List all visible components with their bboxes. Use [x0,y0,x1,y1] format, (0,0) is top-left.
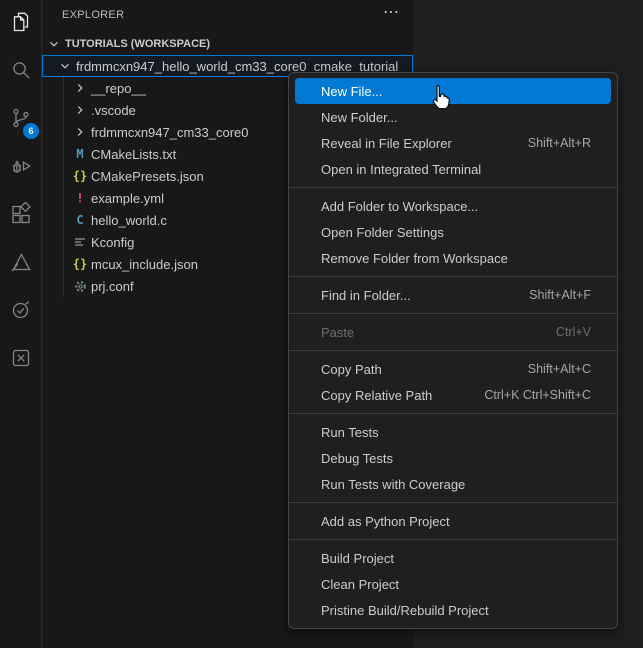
yaml-file-icon: ! [76,191,84,205]
activity-run-debug[interactable] [0,144,42,192]
menu-item-open-in-integrated-terminal[interactable]: Open in Integrated Terminal [295,156,611,182]
menu-separator [289,350,617,351]
vscode-window: 6 EXPLORER ⋯ TUTORIALS (WORKSPACE) frdmm… [0,0,643,648]
scm-badge: 6 [23,123,39,139]
json-file-icon: {} [72,257,88,271]
shortcut: Ctrl+V [555,325,591,339]
gear-file-icon [72,280,88,293]
explorer-title: EXPLORER [62,9,125,21]
activity-explorer[interactable] [0,0,42,48]
menu-item-copy-relative-path[interactable]: Copy Relative Path Ctrl+K Ctrl+Shift+C [295,382,611,408]
menu-separator [289,413,617,414]
activity-mcuxpresso[interactable] [0,240,42,288]
check-circle-icon [9,298,33,327]
menu-item-clean-project[interactable]: Clean Project [295,571,611,597]
kconfig-file-icon [72,236,88,249]
menu-item-paste: Paste Ctrl+V [321,324,591,340]
c-file-icon: C [76,213,84,227]
cmake-file-icon: M [76,147,84,161]
menu-item-open-folder-settings[interactable]: Open Folder Settings [295,219,611,245]
files-icon [9,10,33,39]
shortcut: Shift+Alt+R [527,136,591,150]
menu-separator [289,539,617,540]
menu-item-remove-folder-from-workspace[interactable]: Remove Folder from Workspace [295,245,611,271]
menu-item-find-in-folder[interactable]: Find in Folder... Shift+Alt+F [295,282,611,308]
activity-testing[interactable] [0,288,42,336]
menu-item-pristine-build-rebuild-project[interactable]: Pristine Build/Rebuild Project [295,597,611,623]
menu-item-new-folder[interactable]: New Folder... [295,104,611,130]
chevron-down-icon [57,59,73,73]
tree-item-workspace-root[interactable]: TUTORIALS (WORKSPACE) [43,33,413,55]
x-box-icon [9,346,33,375]
activity-x-extension[interactable] [0,336,42,384]
menu-separator [289,502,617,503]
context-menu: New File... New Folder... Reveal in File… [288,72,618,629]
chevron-right-icon [72,125,88,139]
menu-item-build-project[interactable]: Build Project [295,545,611,571]
chevron-right-icon [72,103,88,117]
explorer-header: EXPLORER ⋯ [43,0,413,33]
activity-source-control[interactable]: 6 [0,96,42,144]
menu-separator [289,276,617,277]
menu-item-run-tests[interactable]: Run Tests [295,419,611,445]
bug-play-icon [9,154,33,183]
menu-item-reveal-in-file-explorer[interactable]: Reveal in File Explorer Shift+Alt+R [295,130,611,156]
menu-item-new-file[interactable]: New File... [295,78,611,104]
extensions-icon [9,200,33,231]
shortcut: Shift+Alt+F [529,288,591,302]
menu-item-add-as-python-project[interactable]: Add as Python Project [295,508,611,534]
menu-item-add-folder-to-workspace[interactable]: Add Folder to Workspace... [295,193,611,219]
menu-separator [289,313,617,314]
activity-bar: 6 [0,0,42,648]
chevron-down-icon [46,37,62,51]
shortcut: Shift+Alt+C [527,362,591,376]
more-actions-icon[interactable]: ⋯ [383,2,399,22]
shortcut: Ctrl+K Ctrl+Shift+C [484,388,591,402]
menu-item-run-tests-with-coverage[interactable]: Run Tests with Coverage [295,471,611,497]
chevron-right-icon [72,81,88,95]
activity-search[interactable] [0,48,42,96]
json-file-icon: {} [72,169,88,183]
menu-separator [289,187,617,188]
menu-item-debug-tests[interactable]: Debug Tests [295,445,611,471]
search-icon [9,58,33,87]
triangle-flag-icon [9,250,33,279]
menu-item-copy-path[interactable]: Copy Path Shift+Alt+C [295,356,611,382]
activity-extensions[interactable] [0,192,42,240]
